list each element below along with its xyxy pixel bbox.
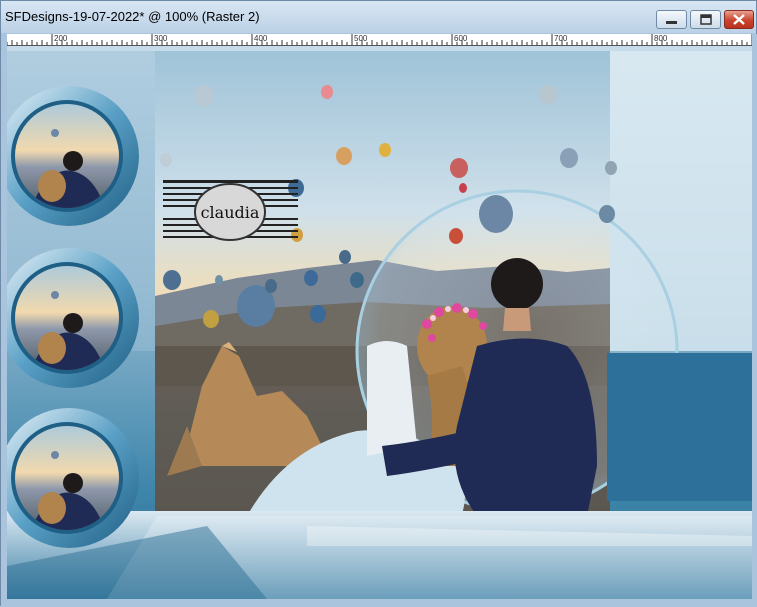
ruler-label: 300: [154, 34, 168, 43]
ruler-label: 600: [454, 34, 468, 43]
app-window: SFDesigns-19-07-2022* @ 100% (Raster 2) …: [0, 0, 757, 607]
ruler-label: 800: [654, 34, 668, 43]
ruler-label: 200: [54, 34, 68, 43]
ruler-label: 700: [554, 34, 568, 43]
image-canvas[interactable]: claudia: [7, 46, 752, 599]
ruler-label: 400: [254, 34, 268, 43]
title-bar[interactable]: SFDesigns-19-07-2022* @ 100% (Raster 2): [1, 1, 756, 33]
close-icon: [733, 14, 745, 25]
window-title: SFDesigns-19-07-2022* @ 100% (Raster 2): [5, 9, 260, 24]
horizontal-ruler[interactable]: 200 300 400 500 600 700 800: [7, 34, 752, 46]
close-button[interactable]: [724, 10, 754, 29]
composition-artwork: claudia: [7, 46, 752, 599]
window-frame-right: [752, 34, 757, 600]
maximize-button[interactable]: [690, 10, 721, 29]
watermark-badge: claudia: [194, 183, 266, 241]
mini-photo-circles: [7, 86, 139, 548]
minimize-icon: [666, 21, 677, 24]
minimize-button[interactable]: [656, 10, 687, 29]
ruler-label: 500: [354, 34, 368, 43]
maximize-icon: [700, 14, 712, 25]
watermark-text: claudia: [201, 203, 260, 222]
ruler-ticks: [7, 34, 752, 45]
